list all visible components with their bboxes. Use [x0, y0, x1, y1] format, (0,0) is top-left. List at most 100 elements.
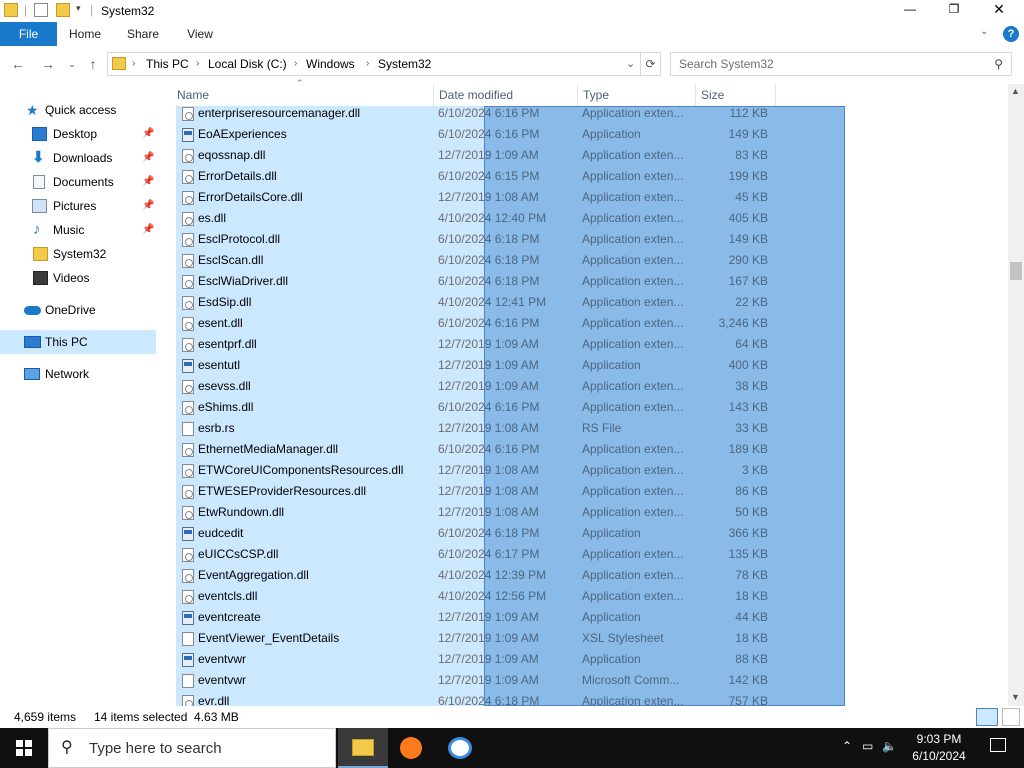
volume-muted-icon[interactable]: 🔈 [882, 739, 897, 753]
file-name: esrb.rs [198, 421, 235, 435]
tab-share[interactable]: Share [120, 22, 166, 46]
selection-rectangle [484, 106, 845, 706]
refresh-icon[interactable]: ⟳ [641, 52, 661, 76]
sidebar-item-desktop[interactable]: Desktop 📌 [0, 122, 156, 146]
folder-icon [4, 3, 18, 17]
pin-icon[interactable]: 📌 [142, 218, 154, 242]
sidebar-item-this-pc[interactable]: This PC [0, 330, 156, 354]
chevron-right-icon[interactable]: › [294, 53, 297, 75]
minimize-button[interactable]: — [900, 2, 920, 16]
sort-ascending-icon: ⌃ [296, 78, 304, 88]
search-icon[interactable]: ⚲ [994, 53, 1003, 75]
file-name: esent.dll [198, 316, 243, 330]
application-icon [182, 128, 194, 142]
file-name: EsclWiaDriver.dll [198, 274, 289, 288]
search-placeholder: Search System32 [679, 57, 774, 71]
dll-file-icon [182, 191, 194, 205]
file-icon [182, 632, 194, 646]
clock-date[interactable]: 6/10/2024 [906, 749, 972, 763]
chevron-right-icon[interactable]: › [366, 53, 369, 75]
window-title: System32 [101, 4, 155, 18]
sidebar-item-quick-access[interactable]: ★ Quick access [0, 98, 156, 122]
dll-file-icon [182, 338, 194, 352]
new-folder-icon[interactable] [56, 3, 70, 17]
sidebar-item-downloads[interactable]: ⬇ Downloads 📌 [0, 146, 156, 170]
computer-icon [24, 336, 41, 348]
column-header-type[interactable]: Type [578, 84, 696, 106]
scroll-up-icon[interactable]: ▲ [1011, 86, 1020, 96]
close-button[interactable]: ✕ [988, 1, 1010, 18]
file-icon [182, 674, 194, 688]
details-view-icon[interactable] [976, 708, 998, 726]
sidebar-item-documents[interactable]: Documents 📌 [0, 170, 156, 194]
file-name: esentprf.dll [198, 337, 257, 351]
file-name: EsclProtocol.dll [198, 232, 281, 246]
firefox-icon[interactable] [400, 737, 422, 759]
clock-time[interactable]: 9:03 PM [906, 732, 972, 746]
dll-file-icon [182, 401, 194, 415]
maximize-button[interactable]: ❐ [944, 2, 964, 16]
dll-file-icon [182, 506, 194, 520]
sidebar-item-videos[interactable]: Videos [0, 266, 156, 290]
documents-icon [33, 175, 45, 189]
status-bar: 4,659 items 14 items selected 4.63 MB [0, 706, 1024, 728]
large-icons-view-icon[interactable] [1002, 708, 1020, 726]
search-input[interactable]: Search System32 ⚲ [670, 52, 1012, 76]
scroll-down-icon[interactable]: ▼ [1011, 692, 1020, 702]
properties-icon[interactable] [34, 3, 48, 17]
taskbar: ⚲ Type here to search ⌃ ▭ 🔈 9:03 PM 6/10… [0, 728, 1024, 768]
file-name: EtwRundown.dll [198, 505, 285, 519]
breadcrumb-this-pc[interactable]: This PC [146, 53, 189, 75]
taskbar-search-box[interactable]: ⚲ Type here to search [48, 728, 336, 768]
breadcrumb-windows[interactable]: Windows [306, 53, 355, 75]
pin-icon[interactable]: 📌 [142, 146, 154, 170]
file-name: eUICCsCSP.dll [198, 547, 279, 561]
chevron-right-icon[interactable]: › [196, 53, 199, 75]
address-bar[interactable]: › This PC › Local Disk (C:) › Windows › … [107, 52, 641, 76]
pin-icon[interactable]: 📌 [142, 122, 154, 146]
tab-view[interactable]: View [177, 22, 223, 46]
sidebar-item-music[interactable]: ♪ Music 📌 [0, 218, 156, 242]
network-status-icon[interactable]: ▭ [862, 739, 873, 753]
pin-icon[interactable]: 📌 [142, 170, 154, 194]
column-header-size[interactable]: Size [696, 84, 776, 106]
desktop-icon [32, 127, 47, 141]
address-dropdown-icon[interactable]: ⌄ [626, 53, 635, 75]
help-icon[interactable]: ? [1003, 26, 1019, 42]
ribbon-tabs: File Home Share View ⌄ ? [0, 22, 1024, 46]
back-arrow-icon[interactable]: ← [9, 55, 27, 73]
pictures-icon [32, 199, 47, 213]
customize-quick-access-icon[interactable]: ▾ [76, 3, 81, 14]
tab-home[interactable]: Home [62, 22, 108, 46]
scrollbar-thumb[interactable] [1010, 262, 1022, 280]
dll-file-icon [182, 296, 194, 310]
file-name: EsdSip.dll [198, 295, 252, 309]
dll-file-icon [182, 233, 194, 247]
sidebar-item-onedrive[interactable]: OneDrive [0, 298, 156, 322]
notifications-icon[interactable] [990, 738, 1006, 752]
dll-file-icon [182, 380, 194, 394]
dll-file-icon [182, 443, 194, 457]
tab-file[interactable]: File [0, 22, 57, 46]
taskbar-file-explorer[interactable] [338, 728, 388, 768]
column-header-date-modified[interactable]: Date modified [434, 84, 578, 106]
expand-ribbon-icon[interactable]: ⌄ [980, 26, 988, 37]
windows-start-icon[interactable] [16, 740, 32, 756]
videos-icon [33, 271, 48, 285]
chevron-up-icon[interactable]: ⌃ [842, 739, 852, 753]
sidebar-item-pictures[interactable]: Pictures 📌 [0, 194, 156, 218]
up-arrow-icon[interactable]: ↑ [84, 55, 102, 73]
pin-icon[interactable]: 📌 [142, 194, 154, 218]
recent-locations-icon[interactable]: ⌄ [63, 55, 81, 73]
sidebar-item-system32[interactable]: System32 [0, 242, 156, 266]
browser-icon[interactable] [448, 737, 472, 759]
breadcrumb-system32[interactable]: System32 [378, 53, 431, 75]
search-icon: ⚲ [61, 739, 73, 756]
sidebar-item-network[interactable]: Network [0, 362, 156, 386]
file-name: EventAggregation.dll [198, 568, 309, 582]
breadcrumb-local-disk[interactable]: Local Disk (C:) [208, 53, 287, 75]
forward-arrow-icon[interactable]: → [39, 55, 57, 73]
dll-file-icon [182, 254, 194, 268]
file-name: eShims.dll [198, 400, 254, 414]
vertical-scrollbar[interactable]: ▲ ▼ [1008, 84, 1024, 706]
